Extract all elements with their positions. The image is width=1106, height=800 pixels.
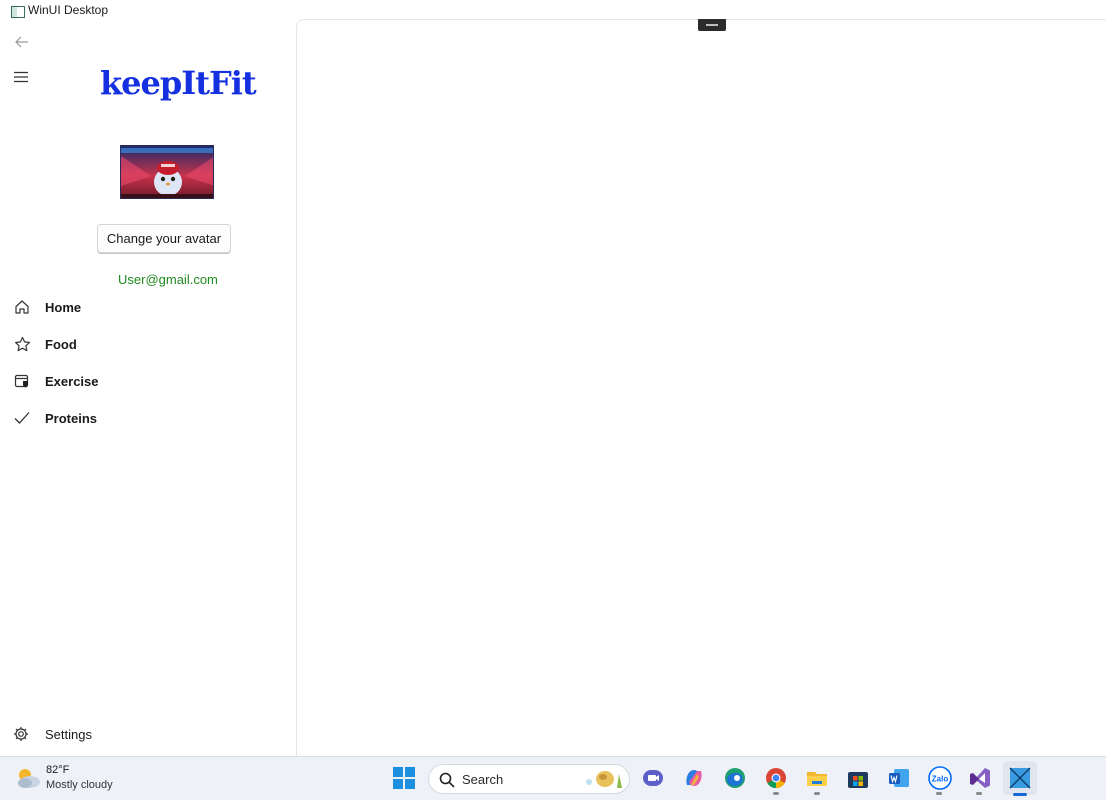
windows-taskbar: 82°F Mostly cloudy Search Zalo [0, 756, 1106, 800]
nav-label-home: Home [45, 299, 82, 315]
user-email: User@gmail.com [118, 272, 218, 287]
nav-item-proteins[interactable]: Proteins [0, 401, 296, 435]
app-logo: keepItFit [100, 64, 257, 102]
weather-widget[interactable]: 82°F Mostly cloudy [14, 763, 134, 795]
back-button[interactable] [12, 32, 32, 52]
weather-temp: 82°F [46, 764, 70, 776]
search-label: Search [462, 772, 504, 787]
copilot-icon[interactable] [681, 765, 707, 791]
chrome-running-indicator [773, 792, 779, 795]
app-window: WinUI Desktop keepItFit Change your avat… [0, 0, 1106, 756]
avatar [120, 145, 214, 199]
gear-icon [13, 726, 31, 744]
checkmark-icon [13, 409, 31, 427]
teams-meet-icon[interactable] [640, 765, 666, 791]
nav-label-exercise: Exercise [45, 373, 99, 389]
nav-label-proteins: Proteins [45, 410, 98, 426]
partly-cloudy-icon [18, 769, 40, 788]
home-icon [13, 298, 31, 316]
zalo-icon[interactable]: Zalo [927, 765, 953, 791]
nav-item-exercise[interactable]: Exercise [0, 364, 296, 398]
change-avatar-button[interactable]: Change your avatar [97, 224, 231, 253]
taskbar-search[interactable]: Search [428, 764, 630, 794]
window-title: WinUI Desktop [28, 3, 109, 17]
nav-item-home[interactable]: Home [0, 290, 296, 324]
word-icon[interactable] [886, 765, 912, 791]
search-highlight-icon [586, 771, 622, 788]
visual-studio-icon[interactable] [967, 765, 993, 791]
title-bar: WinUI Desktop [0, 0, 1106, 20]
vs-running-indicator [976, 792, 982, 795]
search-icon [439, 772, 455, 788]
calendar-shield-icon [13, 372, 31, 390]
hamburger-icon [14, 71, 28, 83]
weather-condition: Mostly cloudy [46, 779, 113, 791]
winui-app-icon [1009, 767, 1031, 789]
nav-label-food: Food [45, 336, 77, 352]
file-explorer-icon[interactable] [804, 765, 830, 791]
windows-logo-icon [393, 767, 415, 789]
avatar-image [121, 146, 213, 198]
hamburger-menu-button[interactable] [14, 70, 38, 88]
edge-icon[interactable] [722, 765, 748, 791]
back-arrow-icon [15, 36, 28, 48]
microsoft-store-icon[interactable] [845, 765, 871, 791]
zalo-running-indicator [936, 792, 942, 795]
nav-label-settings: Settings [45, 727, 92, 742]
active-app-indicator [1013, 793, 1027, 796]
title-drag-handle[interactable] [698, 19, 726, 31]
start-button[interactable] [391, 765, 417, 791]
nav-item-settings[interactable]: Settings [0, 721, 296, 749]
explorer-running-indicator [814, 792, 820, 795]
winui-app-taskbar-button[interactable] [1003, 761, 1037, 795]
zalo-text: Zalo [932, 775, 949, 784]
nav-item-food[interactable]: Food [0, 327, 296, 361]
content-frame [296, 19, 1106, 756]
star-icon [13, 335, 31, 353]
chrome-icon[interactable] [763, 765, 789, 791]
app-icon [11, 6, 25, 18]
